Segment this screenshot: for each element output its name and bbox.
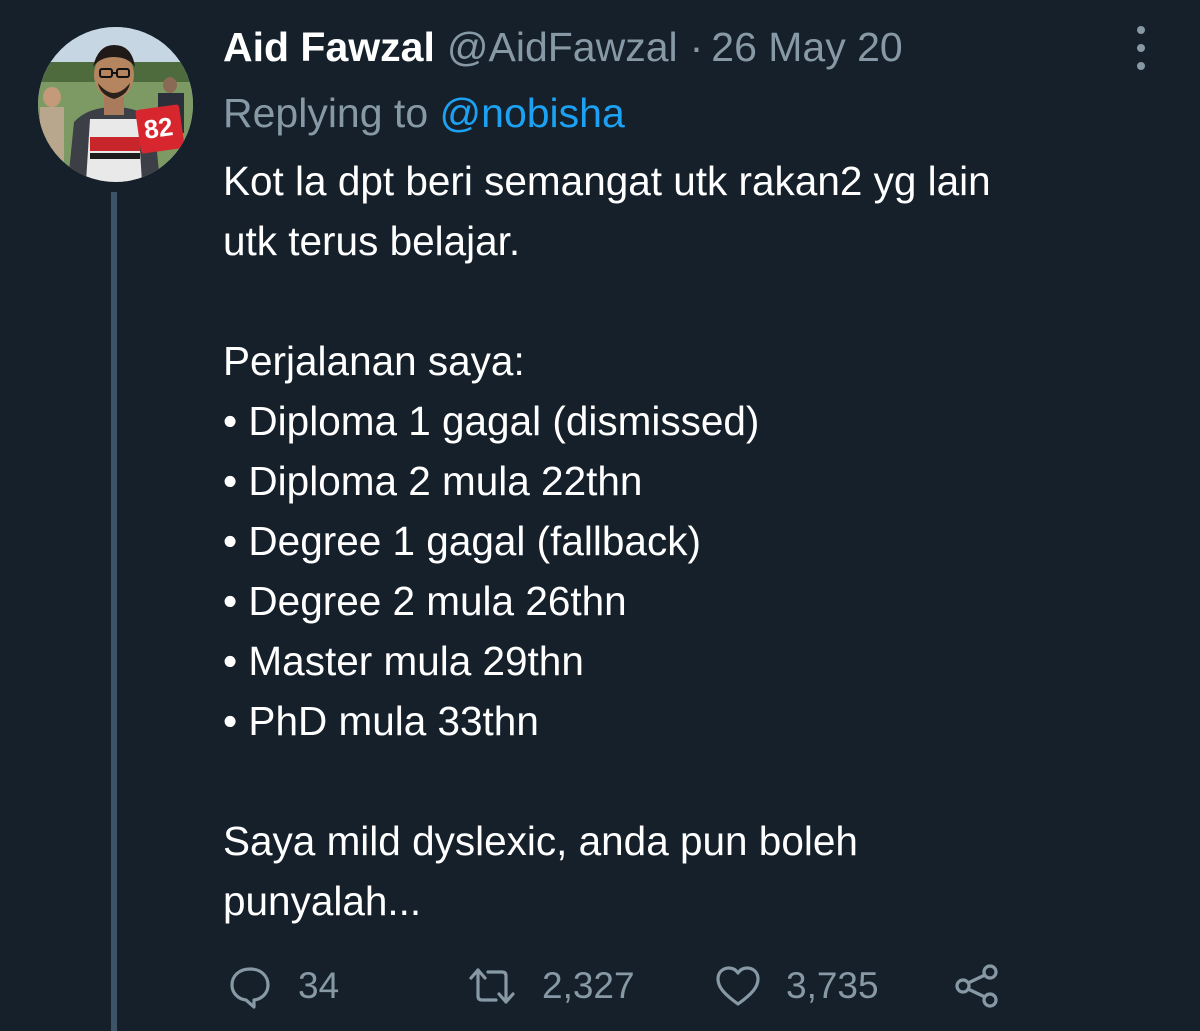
- more-options-button[interactable]: [1126, 26, 1156, 70]
- more-vertical-icon: [1137, 26, 1145, 34]
- tweet-actions: 34 2,327 3,735: [226, 956, 1026, 1016]
- tweet-header: Aid Fawzal @AidFawzal · 26 May 20: [223, 24, 903, 71]
- journey-title: Perjalanan saya:: [223, 338, 525, 384]
- journey-item: • Degree 1 gagal (fallback): [223, 518, 701, 564]
- journey-item: • Degree 2 mula 26thn: [223, 578, 627, 624]
- more-vertical-icon-dot: [1137, 62, 1145, 70]
- avatar[interactable]: 82: [38, 27, 193, 182]
- tweet[interactable]: 82 Aid Fawzal @AidFawzal · 26 May 20 Rep…: [0, 0, 1200, 1031]
- body-line: punyalah...: [223, 878, 422, 924]
- separator-dot: ·: [689, 24, 704, 70]
- replying-to: Replying to @nobisha: [223, 90, 625, 137]
- tweet-date[interactable]: 26 May 20: [711, 24, 902, 71]
- author-handle[interactable]: @AidFawzal: [447, 24, 678, 71]
- thread-line: [111, 192, 117, 1031]
- retweet-icon: [466, 962, 518, 1010]
- more-vertical-icon-dot: [1137, 44, 1145, 52]
- tweet-body: Kot la dpt beri semangat utk rakan2 yg l…: [223, 151, 1163, 931]
- reply-count: 34: [298, 965, 340, 1006]
- like-button[interactable]: 3,735: [714, 956, 879, 1016]
- journey-item: • Master mula 29thn: [223, 638, 584, 684]
- journey-item: • Diploma 1 gagal (dismissed): [223, 398, 760, 444]
- heart-icon: [714, 962, 762, 1010]
- body-line: Kot la dpt beri semangat utk rakan2 yg l…: [223, 158, 991, 204]
- author-name[interactable]: Aid Fawzal: [223, 24, 435, 71]
- body-line: utk terus belajar.: [223, 218, 521, 264]
- reply-button[interactable]: 34: [226, 956, 339, 1016]
- avatar-photo: [38, 27, 193, 182]
- replying-to-mention[interactable]: @nobisha: [440, 90, 625, 136]
- share-icon: [954, 963, 1000, 1009]
- reply-bubble-icon: [226, 962, 274, 1010]
- journey-item: • PhD mula 33thn: [223, 698, 539, 744]
- replying-prefix: Replying to: [223, 90, 440, 136]
- retweet-count: 2,327: [542, 965, 635, 1006]
- share-button[interactable]: [954, 956, 1000, 1016]
- retweet-button[interactable]: 2,327: [466, 956, 635, 1016]
- avatar-badge-number: 82: [141, 111, 175, 145]
- like-count: 3,735: [786, 965, 879, 1006]
- journey-item: • Diploma 2 mula 22thn: [223, 458, 643, 504]
- body-line: Saya mild dyslexic, anda pun boleh: [223, 818, 858, 864]
